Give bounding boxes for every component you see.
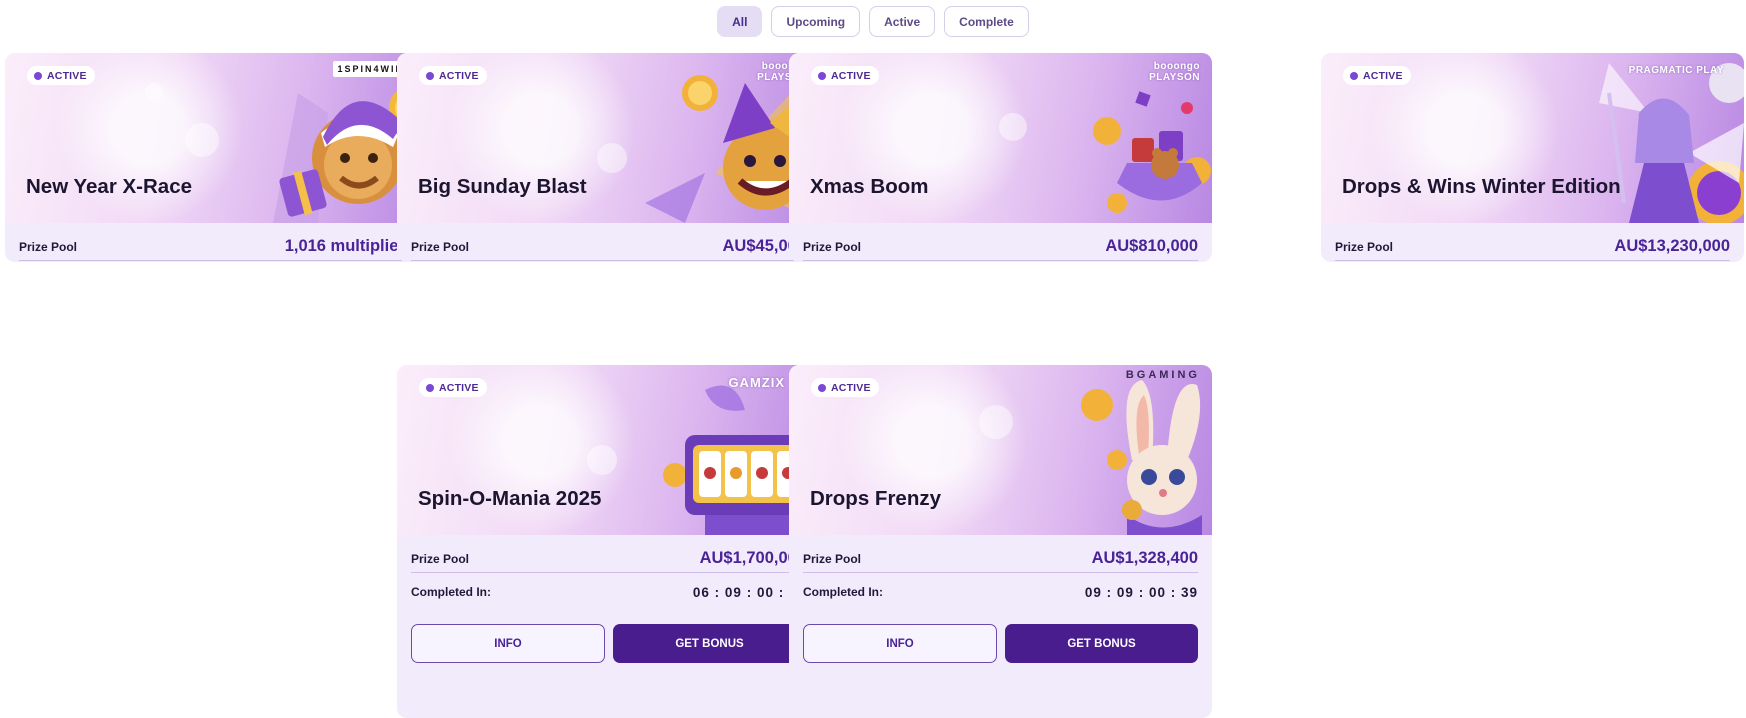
tournament-card: ACTIVE GAMZIX Spin-O-Mania 2025 Prize Po… xyxy=(397,365,820,718)
tournament-title: Big Sunday Blast xyxy=(418,175,587,198)
tournament-card: ACTIVE booongo PLAYSON Xmas Boom Prize P… xyxy=(789,53,1212,262)
filter-tabs: All Upcoming Active Complete xyxy=(0,6,1746,37)
prize-pool-label: Prize Pool xyxy=(1335,239,1394,254)
tournament-banner: ACTIVE 1SPIN4WIN New Year X-Race xyxy=(5,53,428,223)
provider-logo: PRAGMATIC PLAY xyxy=(1628,65,1724,76)
tournament-details: Prize Pool AU$45,000 Completed In: 160 :… xyxy=(397,223,820,262)
filter-active-button[interactable]: Active xyxy=(869,6,936,37)
tournament-details: Prize Pool 1,016 multipliers Completed I… xyxy=(5,223,428,262)
filter-upcoming-button[interactable]: Upcoming xyxy=(771,6,861,37)
status-badge: ACTIVE xyxy=(419,66,487,85)
provider-logo: GAMZIX xyxy=(728,375,785,390)
prize-pool-value: 1,016 multipliers xyxy=(284,237,414,255)
tournament-details: Prize Pool AU$1,700,000 Completed In: 06… xyxy=(397,535,820,611)
tournament-title: Spin-O-Mania 2025 xyxy=(418,487,602,510)
tournament-banner: ACTIVE GAMZIX Spin-O-Mania 2025 xyxy=(397,365,820,535)
get-bonus-button[interactable]: GET BONUS xyxy=(613,624,806,663)
status-dot-icon xyxy=(818,383,826,392)
filter-complete-button[interactable]: Complete xyxy=(944,6,1029,37)
completed-in-label: Completed In: xyxy=(803,585,883,599)
tournament-banner: ACTIVE booongo PLAYSON Xmas Boom xyxy=(789,53,1212,223)
tournament-details: Prize Pool AU$1,328,400 Completed In: 09… xyxy=(789,535,1212,611)
tournament-card: ACTIVE PRAGMATIC PLAY Drops & Wins Winte… xyxy=(1321,53,1744,262)
tournament-title: New Year X-Race xyxy=(26,175,193,198)
prize-pool-label: Prize Pool xyxy=(803,239,862,254)
tournament-banner: ACTIVE PRAGMATIC PLAY Drops & Wins Winte… xyxy=(1321,53,1744,223)
prize-pool-value: AU$810,000 xyxy=(1105,237,1198,255)
tournament-title: Drops Frenzy xyxy=(810,487,941,510)
tournament-banner: ACTIVE booongo PLAYSON Big Sunday Blast xyxy=(397,53,820,223)
status-dot-icon xyxy=(426,71,434,80)
prize-pool-value: AU$1,328,400 xyxy=(1091,549,1198,567)
tournament-title: Drops & Wins Winter Edition xyxy=(1342,175,1621,198)
tournament-card: ACTIVE BGAMING Drops Frenzy Prize Pool A… xyxy=(789,365,1212,718)
tournament-details: Prize Pool AU$810,000 Completed In: 12 :… xyxy=(789,223,1212,262)
info-button[interactable]: INFO xyxy=(803,624,997,663)
status-dot-icon xyxy=(818,71,826,80)
status-dot-icon xyxy=(426,383,434,392)
status-badge: ACTIVE xyxy=(1343,66,1411,85)
completed-in-label: Completed In: xyxy=(411,585,491,599)
countdown-timer: 09 : 09 : 00 : 39 xyxy=(1084,584,1198,600)
provider-logo: booongo PLAYSON xyxy=(1149,61,1200,83)
status-dot-icon xyxy=(1350,71,1358,80)
prize-pool-label: Prize Pool xyxy=(19,239,78,254)
prize-pool-label: Prize Pool xyxy=(411,551,470,566)
get-bonus-button[interactable]: GET BONUS xyxy=(1005,624,1198,663)
filter-all-button[interactable]: All xyxy=(717,6,763,37)
prize-pool-label: Prize Pool xyxy=(411,239,470,254)
tournament-card: ACTIVE booongo PLAYSON Big Sunday Blast … xyxy=(397,53,820,262)
provider-logo: BGAMING xyxy=(1125,369,1200,381)
bunny-icon xyxy=(1081,380,1202,535)
info-button[interactable]: INFO xyxy=(411,624,605,663)
tournament-card: ACTIVE 1SPIN4WIN New Year X-Race Prize P… xyxy=(5,53,428,262)
tournament-title: Xmas Boom xyxy=(810,175,929,198)
status-dot-icon xyxy=(34,71,42,80)
prize-pool-label: Prize Pool xyxy=(803,551,862,566)
tournament-banner: ACTIVE BGAMING Drops Frenzy xyxy=(789,365,1212,535)
tournament-details: Prize Pool AU$13,230,000 Completed In: 7… xyxy=(1321,223,1744,262)
status-badge: ACTIVE xyxy=(811,378,879,397)
status-badge: ACTIVE xyxy=(27,66,95,85)
status-badge: ACTIVE xyxy=(811,66,879,85)
prize-pool-value: AU$13,230,000 xyxy=(1614,237,1730,255)
status-badge: ACTIVE xyxy=(419,378,487,397)
